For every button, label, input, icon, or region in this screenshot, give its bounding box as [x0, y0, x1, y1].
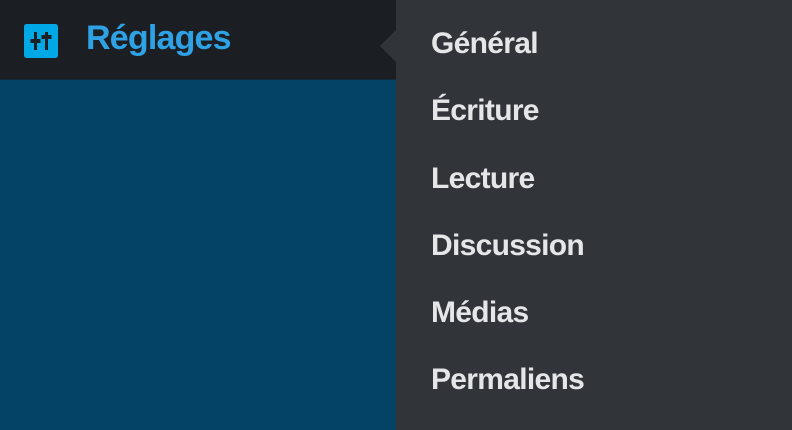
submenu-item-lecture[interactable]: Lecture	[431, 159, 535, 199]
submenu-item-general[interactable]: Général	[431, 24, 539, 64]
submenu-item-ecriture[interactable]: Écriture	[431, 91, 539, 131]
submenu-item-discussion[interactable]: Discussion	[431, 226, 585, 266]
submenu-item-permaliens[interactable]: Permaliens	[431, 360, 585, 400]
submenu: Général Écriture Lecture Discussion Médi…	[396, 0, 792, 430]
menu-item-reglages[interactable]: Réglages	[0, 0, 396, 80]
menu-item-label: Réglages	[86, 19, 232, 57]
submenu-item-medias[interactable]: Médias	[431, 293, 529, 333]
settings-sliders-icon	[24, 24, 58, 58]
submenu-pointer	[380, 30, 396, 62]
